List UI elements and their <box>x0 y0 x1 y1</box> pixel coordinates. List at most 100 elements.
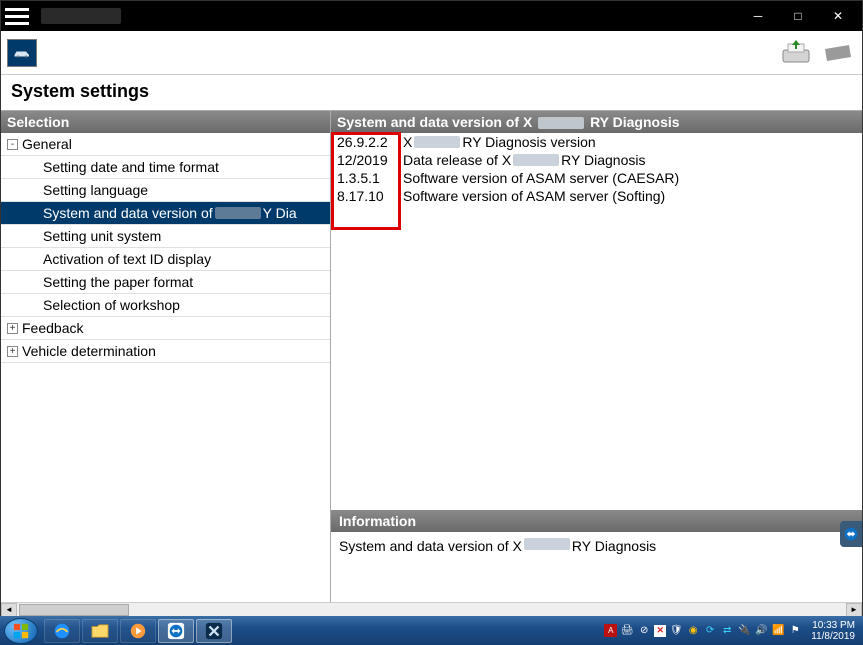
tray-network-icon[interactable]: 📶 <box>771 624 785 638</box>
expand-icon[interactable]: + <box>7 323 18 334</box>
value-label: Software version of ASAM server (CAESAR) <box>403 170 858 186</box>
tray-shield-icon[interactable]: 🛡 <box>669 624 683 638</box>
tree-label: Vehicle determination <box>22 343 156 359</box>
tree-label: Setting unit system <box>43 228 161 244</box>
scroll-thumb[interactable] <box>19 604 129 616</box>
info-text: RY Diagnosis <box>572 538 656 554</box>
printer-upload-icon <box>780 40 812 66</box>
tree-item-general[interactable]: - General <box>1 133 330 156</box>
value-label: Software version of ASAM server (Softing… <box>403 188 858 204</box>
tray-flag-icon[interactable]: ⚑ <box>788 624 802 638</box>
tray-app-icon[interactable]: ◉ <box>686 624 700 638</box>
clock-date: 11/8/2019 <box>811 631 855 642</box>
tree-label: Selection of workshop <box>43 297 180 313</box>
obscured-text <box>215 207 261 219</box>
header-text: System and data version of X <box>337 114 532 130</box>
value-key: 8.17.10 <box>337 188 403 204</box>
tray-x-icon[interactable]: ✕ <box>654 625 666 637</box>
taskbar-explorer[interactable] <box>82 619 118 643</box>
print-upload-button[interactable] <box>778 38 814 68</box>
value-label: Data release of X RY Diagnosis <box>403 152 858 168</box>
tray-usb-icon[interactable]: 🔌 <box>737 624 751 638</box>
version-values: 26.9.2.2 X RY Diagnosis version 12/2019 … <box>331 133 862 510</box>
taskbar-teamviewer[interactable] <box>158 619 194 643</box>
tree-item-vehicle-determination[interactable]: + Vehicle determination <box>1 340 330 363</box>
tray-sync-icon[interactable]: ⟳ <box>703 624 717 638</box>
ie-icon <box>53 622 71 640</box>
collapse-icon[interactable]: - <box>7 139 18 150</box>
scroll-track[interactable] <box>17 603 846 617</box>
tree-label: Setting language <box>43 182 148 198</box>
value-row: 12/2019 Data release of X RY Diagnosis <box>331 151 862 169</box>
header-text: RY Diagnosis <box>590 114 679 130</box>
tree-label: Y Dia <box>263 205 297 221</box>
selection-tree: - General Setting date and time format S… <box>1 133 330 602</box>
media-player-icon <box>129 622 147 640</box>
tree-label: Feedback <box>22 320 83 336</box>
value-row: 26.9.2.2 X RY Diagnosis version <box>331 133 862 151</box>
taskbar-clock[interactable]: 10:33 PM 11/8/2019 <box>805 620 859 642</box>
tree-item-date-time[interactable]: Setting date and time format <box>1 156 330 179</box>
start-button[interactable] <box>4 618 38 644</box>
tree-item-system-data-version[interactable]: System and data version of Y Dia <box>1 202 330 225</box>
tree-label: Setting date and time format <box>43 159 219 175</box>
expand-icon[interactable]: + <box>7 346 18 357</box>
tree-item-workshop[interactable]: Selection of workshop <box>1 294 330 317</box>
close-button[interactable]: ✕ <box>818 2 858 30</box>
version-header: System and data version of X RY Diagnosi… <box>331 111 862 133</box>
obscured-text <box>513 154 559 166</box>
taskbar-ie[interactable] <box>44 619 80 643</box>
title-bar: ─ □ ✕ <box>1 1 862 31</box>
tree-label: Setting the paper format <box>43 274 193 290</box>
tree-item-feedback[interactable]: + Feedback <box>1 317 330 340</box>
scroll-right-button[interactable]: ► <box>846 603 862 617</box>
windows-icon <box>12 622 30 640</box>
system-tray: A 🖨 ⊘ ✕ 🛡 ◉ ⟳ ⇄ 🔌 🔊 📶 ⚑ 10:33 PM 11/8/20… <box>604 620 859 642</box>
value-row: 1.3.5.1 Software version of ASAM server … <box>331 169 862 187</box>
tray-printer-icon[interactable]: 🖨 <box>620 624 634 638</box>
obscured-text <box>524 538 570 550</box>
tree-item-unit-system[interactable]: Setting unit system <box>1 225 330 248</box>
page-title: System settings <box>1 75 862 110</box>
home-button[interactable] <box>7 39 37 67</box>
app-title-obscured <box>41 8 121 24</box>
minimize-button[interactable]: ─ <box>738 2 778 30</box>
tree-label: General <box>22 136 72 152</box>
teamviewer-icon <box>167 622 185 640</box>
tree-item-paper-format[interactable]: Setting the paper format <box>1 271 330 294</box>
tray-no-icon[interactable]: ⊘ <box>637 624 651 638</box>
information-header: Information <box>331 510 862 532</box>
obscured-text <box>538 117 584 129</box>
tray-pdf-icon[interactable]: A <box>604 624 617 637</box>
value-key: 12/2019 <box>337 152 403 168</box>
tree-item-text-id[interactable]: Activation of text ID display <box>1 248 330 271</box>
info-text: System and data version of X <box>339 538 522 554</box>
toolbar <box>1 31 862 75</box>
teamviewer-icon <box>844 527 858 541</box>
tree-label: System and data version of <box>43 205 213 221</box>
tray-volume-icon[interactable]: 🔊 <box>754 624 768 638</box>
folder-icon <box>91 623 109 639</box>
value-label: X RY Diagnosis version <box>403 134 858 150</box>
taskbar-mediaplayer[interactable] <box>120 619 156 643</box>
obscured-text <box>414 136 460 148</box>
folder-grey-icon <box>823 43 853 63</box>
tree-item-language[interactable]: Setting language <box>1 179 330 202</box>
maximize-button[interactable]: □ <box>778 2 818 30</box>
scroll-left-button[interactable]: ◄ <box>1 603 17 617</box>
value-row: 8.17.10 Software version of ASAM server … <box>331 187 862 205</box>
value-key: 26.9.2.2 <box>337 134 403 150</box>
taskbar-xentry[interactable] <box>196 619 232 643</box>
x-app-icon <box>205 622 223 640</box>
horizontal-scrollbar[interactable]: ◄ ► <box>1 602 862 616</box>
hamburger-menu-icon[interactable] <box>5 4 29 28</box>
tray-teamviewer-icon[interactable]: ⇄ <box>720 624 734 638</box>
information-body: System and data version of X RY Diagnosi… <box>331 532 862 602</box>
taskbar: A 🖨 ⊘ ✕ 🛡 ◉ ⟳ ⇄ 🔌 🔊 📶 ⚑ 10:33 PM 11/8/20… <box>0 616 863 645</box>
selection-header: Selection <box>1 111 330 133</box>
value-key: 1.3.5.1 <box>337 170 403 186</box>
car-icon <box>12 47 32 59</box>
teamviewer-side-tab[interactable] <box>840 521 862 547</box>
tree-label: Activation of text ID display <box>43 251 211 267</box>
clock-time: 10:33 PM <box>811 620 855 631</box>
